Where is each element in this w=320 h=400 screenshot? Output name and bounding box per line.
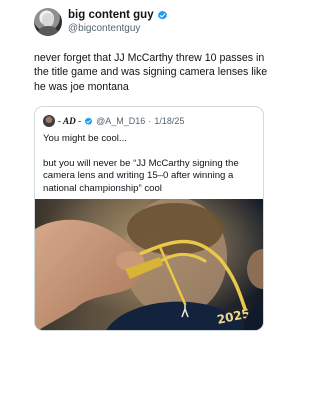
- tweet-post: big content guy @bigcontentguy never for…: [0, 0, 300, 400]
- author-display-name[interactable]: big content guy: [68, 9, 154, 21]
- quoted-tweet-media[interactable]: 2025: [35, 199, 263, 330]
- avatar-body: [38, 26, 58, 36]
- quoted-text-line-1: You might be cool...: [43, 133, 127, 144]
- verified-badge-icon: [157, 10, 167, 20]
- author-handle[interactable]: @bigcontentguy: [68, 23, 140, 34]
- quoted-tweet[interactable]: - AD - @A_M_D16 · 1/18/25 You might be c…: [34, 106, 264, 331]
- author-avatar[interactable]: [34, 8, 62, 36]
- camera-lens-signing-photo-icon: 2025: [35, 199, 263, 330]
- author-name-row[interactable]: big content guy: [68, 9, 168, 21]
- quoted-author-name[interactable]: - AD -: [58, 116, 81, 126]
- quoted-author-avatar[interactable]: [43, 115, 55, 127]
- quoted-author-handle[interactable]: @A_M_D16: [96, 116, 145, 126]
- quoted-tweet-text: You might be cool... but you will never …: [43, 133, 259, 195]
- quoted-tweet-date[interactable]: 1/18/25: [154, 116, 184, 126]
- avatar-face: [42, 13, 54, 27]
- quoted-verified-badge-icon: [85, 117, 93, 125]
- quoted-tweet-header: - AD - @A_M_D16 · 1/18/25: [43, 115, 184, 127]
- meta-separator: ·: [148, 116, 152, 126]
- tweet-text: never forget that JJ McCarthy threw 10 p…: [34, 52, 268, 93]
- quoted-text-line-2: but you will never be “JJ McCarthy signi…: [43, 157, 239, 194]
